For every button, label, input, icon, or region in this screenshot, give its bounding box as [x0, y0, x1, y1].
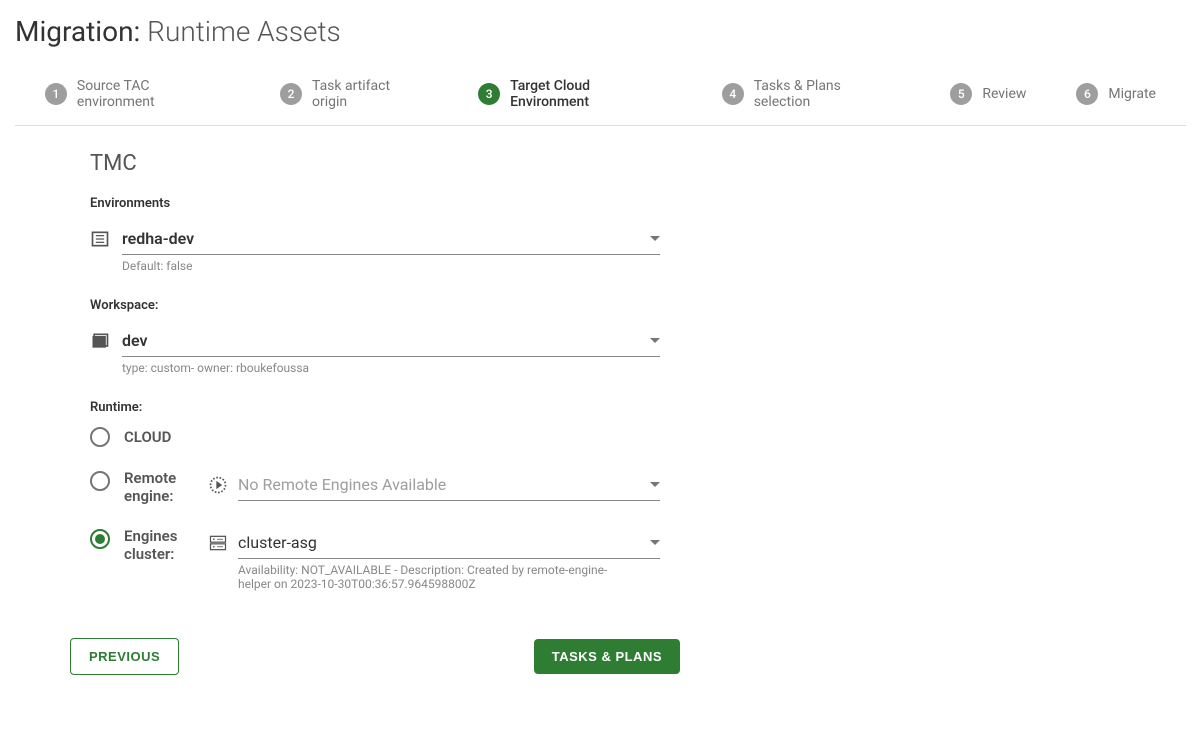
step-number: 3 — [478, 83, 500, 105]
cluster-value: cluster-asg — [238, 533, 317, 552]
step-number: 5 — [950, 83, 972, 105]
radio-cloud-label: CLOUD — [124, 428, 171, 446]
workspace-icon — [90, 331, 110, 351]
environment-icon — [90, 229, 110, 249]
step-label: Task artifact origin — [312, 78, 428, 110]
engine-icon — [208, 475, 228, 495]
step-number: 2 — [280, 83, 302, 105]
section-title: TMC — [90, 151, 660, 176]
environments-value: redha-dev — [122, 229, 194, 248]
workspace-value: dev — [122, 331, 148, 350]
remote-engine-select[interactable]: No Remote Engines Available — [238, 469, 660, 501]
runtime-label: Runtime: — [90, 400, 660, 415]
chevron-down-icon — [650, 236, 660, 241]
cluster-icon — [208, 533, 228, 553]
wizard-stepper: 1 Source TAC environment 2 Task artifact… — [15, 68, 1186, 126]
step-number: 6 — [1076, 83, 1098, 105]
previous-button[interactable]: Previous — [70, 638, 179, 675]
remote-engine-placeholder: No Remote Engines Available — [238, 475, 446, 494]
step-label: Target Cloud Environment — [510, 78, 672, 110]
radio-cluster-label: Engines cluster: — [124, 527, 194, 563]
cluster-select[interactable]: cluster-asg — [238, 527, 660, 559]
radio-remote-engine[interactable] — [90, 471, 110, 491]
radio-remote-label: Remote engine: — [124, 469, 194, 505]
chevron-down-icon — [650, 540, 660, 545]
step-source-tac[interactable]: 1 Source TAC environment — [45, 78, 230, 110]
environments-select[interactable]: redha-dev — [122, 223, 660, 255]
step-number: 4 — [722, 83, 744, 105]
chevron-down-icon — [650, 482, 660, 487]
step-label: Migrate — [1108, 86, 1156, 102]
step-label: Source TAC environment — [77, 78, 230, 110]
step-target-cloud[interactable]: 3 Target Cloud Environment — [478, 78, 672, 110]
radio-engines-cluster[interactable] — [90, 529, 110, 549]
step-task-artifact[interactable]: 2 Task artifact origin — [280, 78, 428, 110]
cluster-helper: Availability: NOT_AVAILABLE - Descriptio… — [238, 563, 638, 591]
step-review[interactable]: 5 Review — [950, 83, 1026, 105]
environments-helper: Default: false — [122, 259, 660, 273]
step-label: Tasks & Plans selection — [754, 78, 901, 110]
workspace-helper: type: custom- owner: rboukefoussa — [122, 361, 660, 375]
environments-label: Environments — [90, 196, 660, 211]
chevron-down-icon — [650, 338, 660, 343]
workspace-select[interactable]: dev — [122, 325, 660, 357]
step-tasks-plans[interactable]: 4 Tasks & Plans selection — [722, 78, 901, 110]
page-title: Migration: Runtime Assets — [15, 15, 1186, 48]
step-migrate[interactable]: 6 Migrate — [1076, 83, 1156, 105]
step-label: Review — [982, 86, 1026, 102]
tasks-plans-button[interactable]: Tasks & Plans — [534, 639, 680, 674]
radio-cloud[interactable] — [90, 427, 110, 447]
workspace-label: Workspace: — [90, 298, 660, 313]
step-number: 1 — [45, 83, 67, 105]
